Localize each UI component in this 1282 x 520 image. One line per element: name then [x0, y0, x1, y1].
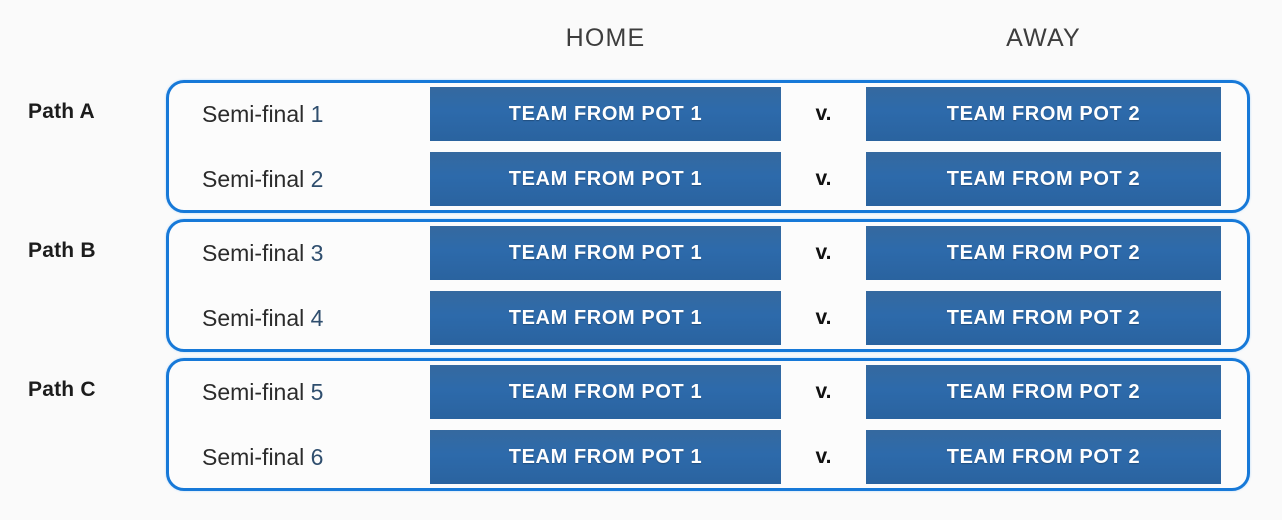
semifinal-label: Semi-final 6: [202, 430, 323, 484]
match-row[interactable]: Semi-final 5 TEAM FROM POT 1 v. TEAM FRO…: [166, 365, 1250, 419]
semifinal-label: Semi-final 4: [202, 291, 323, 345]
semifinal-label: Semi-final 2: [202, 152, 323, 206]
semifinal-name: Semi-final: [202, 166, 304, 192]
semifinal-label: Semi-final 3: [202, 226, 323, 280]
away-team-bar[interactable]: TEAM FROM POT 2: [866, 291, 1221, 345]
path-row: Path A Semi-final 1 TEAM FROM POT 1 v. T…: [0, 78, 1282, 217]
home-team-bar[interactable]: TEAM FROM POT 1: [430, 430, 781, 484]
semifinal-name: Semi-final: [202, 379, 304, 405]
home-team-bar[interactable]: TEAM FROM POT 1: [430, 226, 781, 280]
home-team-bar[interactable]: TEAM FROM POT 1: [430, 365, 781, 419]
playoff-paths-container: Path A Semi-final 1 TEAM FROM POT 1 v. T…: [0, 78, 1282, 495]
semifinal-number: 6: [311, 444, 324, 470]
match-row[interactable]: Semi-final 6 TEAM FROM POT 1 v. TEAM FRO…: [166, 430, 1250, 484]
column-header-away: AWAY: [866, 24, 1221, 53]
semifinal-label: Semi-final 5: [202, 365, 323, 419]
match-row[interactable]: Semi-final 1 TEAM FROM POT 1 v. TEAM FRO…: [166, 87, 1250, 141]
away-team-bar[interactable]: TEAM FROM POT 2: [866, 226, 1221, 280]
semifinal-label: Semi-final 1: [202, 87, 323, 141]
path-label-c: Path C: [28, 378, 158, 402]
home-team-bar[interactable]: TEAM FROM POT 1: [430, 87, 781, 141]
column-header-home: HOME: [430, 24, 781, 53]
away-team-bar[interactable]: TEAM FROM POT 2: [866, 152, 1221, 206]
path-label-b: Path B: [28, 239, 158, 263]
semifinal-name: Semi-final: [202, 240, 304, 266]
away-team-bar[interactable]: TEAM FROM POT 2: [866, 87, 1221, 141]
semifinal-number: 1: [311, 101, 324, 127]
path-row: Path C Semi-final 5 TEAM FROM POT 1 v. T…: [0, 356, 1282, 495]
semifinal-number: 5: [311, 379, 324, 405]
match-row[interactable]: Semi-final 2 TEAM FROM POT 1 v. TEAM FRO…: [166, 152, 1250, 206]
semifinal-name: Semi-final: [202, 101, 304, 127]
versus-cell: v.: [781, 430, 866, 484]
path-label-a: Path A: [28, 100, 158, 124]
semifinal-number: 2: [311, 166, 324, 192]
versus-cell: v.: [781, 365, 866, 419]
path-row: Path B Semi-final 3 TEAM FROM POT 1 v. T…: [0, 217, 1282, 356]
versus-cell: v.: [781, 87, 866, 141]
versus-cell: v.: [781, 152, 866, 206]
versus-cell: v.: [781, 291, 866, 345]
semifinal-number: 4: [311, 305, 324, 331]
semifinal-name: Semi-final: [202, 305, 304, 331]
match-row[interactable]: Semi-final 3 TEAM FROM POT 1 v. TEAM FRO…: [166, 226, 1250, 280]
semifinal-name: Semi-final: [202, 444, 304, 470]
versus-cell: v.: [781, 226, 866, 280]
away-team-bar[interactable]: TEAM FROM POT 2: [866, 365, 1221, 419]
home-team-bar[interactable]: TEAM FROM POT 1: [430, 152, 781, 206]
away-team-bar[interactable]: TEAM FROM POT 2: [866, 430, 1221, 484]
semifinal-number: 3: [311, 240, 324, 266]
match-row[interactable]: Semi-final 4 TEAM FROM POT 1 v. TEAM FRO…: [166, 291, 1250, 345]
home-team-bar[interactable]: TEAM FROM POT 1: [430, 291, 781, 345]
column-header-row: HOME AWAY: [0, 0, 1282, 78]
